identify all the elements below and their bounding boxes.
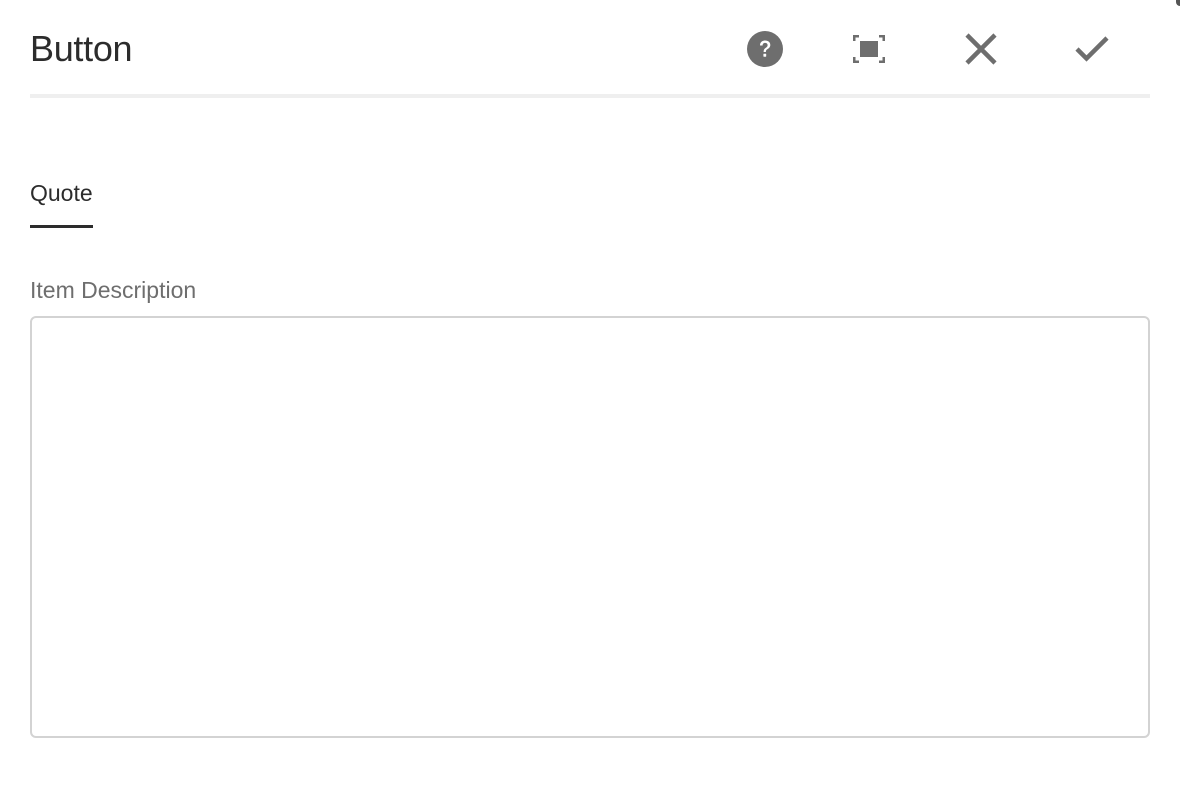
item-description-textarea[interactable] — [30, 316, 1150, 738]
tab-quote[interactable]: Quote — [30, 176, 93, 230]
tab-list: Quote — [30, 176, 93, 234]
checkmark-icon — [1075, 36, 1109, 62]
tab-selected-indicator — [30, 225, 93, 228]
item-description-label: Item Description — [30, 277, 197, 303]
fullscreen-icon — [853, 35, 885, 63]
help-button[interactable] — [740, 24, 790, 74]
header-divider — [30, 94, 1150, 98]
dialog-actions — [30, 24, 1150, 74]
done-button[interactable] — [1067, 24, 1117, 74]
help-circle-icon — [747, 31, 783, 67]
dialog: Button Quote Item Description — [0, 0, 1180, 790]
tab-quote-label: Quote — [30, 180, 93, 206]
close-icon — [965, 33, 997, 65]
close-button[interactable] — [956, 24, 1006, 74]
dialog-header: Button — [30, 0, 1150, 96]
fullscreen-button[interactable] — [844, 24, 894, 74]
corner-mark — [1176, 0, 1180, 6]
